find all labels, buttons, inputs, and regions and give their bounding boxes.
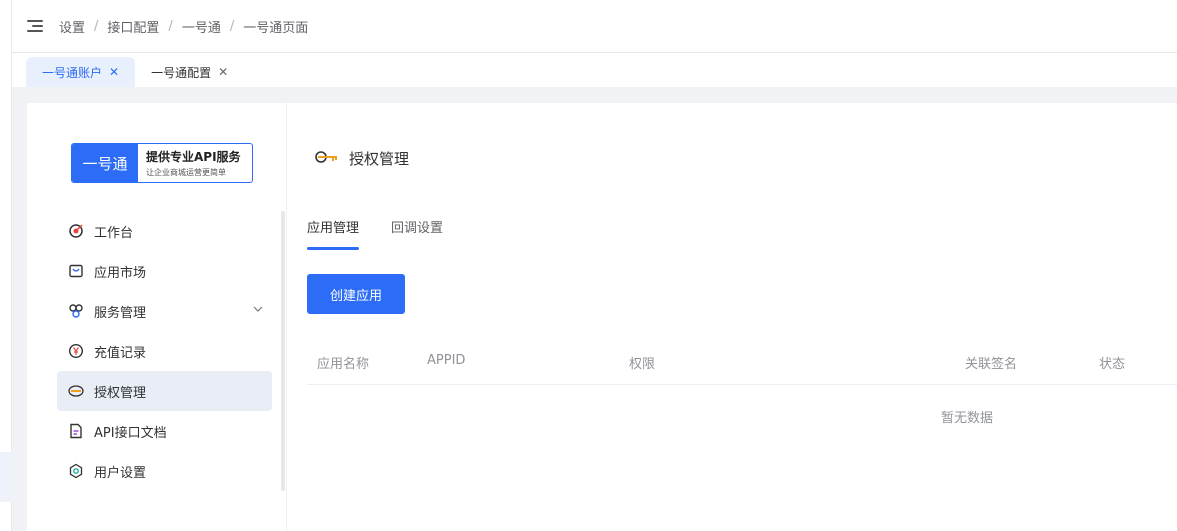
tab-label: 一号通账户 — [42, 65, 103, 80]
content-panel: 一号通 提供专业API服务 让企业商城运营更简单 工作台 应用市场 服务管理 充… — [27, 103, 1177, 531]
breadcrumb-separator: / — [94, 18, 99, 34]
sidebar-item-label: 授权管理 — [94, 385, 147, 401]
sidebar-item-label: 应用市场 — [94, 265, 147, 281]
column-header: 应用名称 — [317, 357, 370, 372]
sidebar-item-service-management[interactable]: 服务管理 — [57, 291, 272, 331]
column-header: 权限 — [629, 357, 656, 372]
breadcrumb-item[interactable]: 设置 — [59, 17, 85, 36]
sidebar-item-api-docs[interactable]: API接口文档 — [57, 411, 272, 451]
empty-state: 暂无数据 — [307, 385, 1177, 447]
key-icon — [315, 149, 339, 169]
sidebar-scrollbar[interactable] — [281, 211, 285, 491]
brand-subline: 让企业商城运营更简单 — [146, 168, 226, 177]
column-header: 状态 — [1099, 357, 1126, 372]
left-strip-marker — [0, 452, 12, 502]
tab-callback-settings[interactable]: 回调设置 — [391, 217, 443, 250]
sidebar-nav: 工作台 应用市场 服务管理 充值记录 授权管理 API接口文档 用户设置 — [57, 211, 272, 491]
breadcrumb-item[interactable]: 接口配置 — [107, 17, 159, 36]
main-panel: 授权管理 应用管理 回调设置 创建应用 应用名称 APPID 权限 关联签名 状… — [307, 103, 1177, 531]
close-icon[interactable]: ✕ — [218, 65, 228, 79]
chevron-down-icon[interactable] — [252, 303, 264, 319]
tab-app-management[interactable]: 应用管理 — [307, 217, 360, 250]
page-title-text: 授权管理 — [349, 150, 410, 168]
column-header: 关联签名 — [965, 357, 1018, 372]
sidebar-item-app-market[interactable]: 应用市场 — [57, 251, 272, 291]
sidebar-item-recharge-records[interactable]: 充值记录 — [57, 331, 272, 371]
tab-yihaotong-config[interactable]: 一号通配置 ✕ — [135, 57, 244, 87]
sidebar-item-label: 用户设置 — [94, 465, 147, 481]
breadcrumb-separator: / — [229, 18, 235, 34]
table-header: 应用名称 APPID 权限 关联签名 状态 — [307, 341, 1177, 385]
breadcrumb-item[interactable]: 一号通 — [182, 17, 221, 36]
sidebar-item-authorization[interactable]: 授权管理 — [57, 371, 272, 411]
yen-coin-icon — [68, 343, 84, 359]
page-title: 授权管理 — [315, 148, 409, 169]
create-app-button[interactable]: 创建应用 — [307, 274, 405, 314]
services-icon — [68, 303, 84, 319]
tab-label: 一号通配置 — [151, 65, 212, 80]
column-header: APPID — [427, 353, 466, 368]
page-tabs: 一号通账户 ✕ 一号通配置 ✕ — [12, 53, 1177, 87]
sidebar-item-workbench[interactable]: 工作台 — [57, 211, 272, 251]
document-icon — [68, 423, 84, 439]
breadcrumb-item-current: 一号通页面 — [243, 20, 309, 36]
sidebar-item-label: API接口文档 — [94, 425, 167, 441]
breadcrumb-separator: / — [168, 18, 173, 34]
hexagon-settings-icon — [68, 463, 84, 479]
brand-name: 一号通 — [72, 144, 138, 182]
key-icon — [68, 383, 84, 399]
breadcrumb: 设置 / 接口配置 / 一号通 / 一号通页面 — [59, 17, 308, 36]
left-collapsed-strip — [0, 0, 12, 531]
sidebar-item-label: 充值记录 — [94, 345, 147, 361]
sidebar-item-label: 服务管理 — [94, 305, 147, 321]
empty-text: 暂无数据 — [940, 410, 993, 426]
brand-logo: 一号通 提供专业API服务 让企业商城运营更简单 — [71, 143, 253, 183]
sidebar-item-label: 工作台 — [94, 225, 134, 241]
apps-table: 应用名称 APPID 权限 关联签名 状态 暂无数据 — [307, 341, 1177, 447]
sidebar-item-user-settings[interactable]: 用户设置 — [57, 451, 272, 491]
top-header: 设置 / 接口配置 / 一号通 / 一号通页面 — [12, 0, 1177, 53]
sub-tabs: 应用管理 回调设置 — [307, 217, 475, 250]
brand-tagline: 提供专业API服务 — [146, 150, 241, 164]
tab-yihaotong-account[interactable]: 一号通账户 ✕ — [26, 57, 136, 87]
sidebar: 一号通 提供专业API服务 让企业商城运营更简单 工作台 应用市场 服务管理 充… — [27, 103, 287, 531]
menu-toggle-icon[interactable] — [27, 20, 43, 32]
store-icon — [68, 263, 84, 279]
close-icon[interactable]: ✕ — [109, 65, 119, 79]
target-icon — [68, 223, 84, 239]
